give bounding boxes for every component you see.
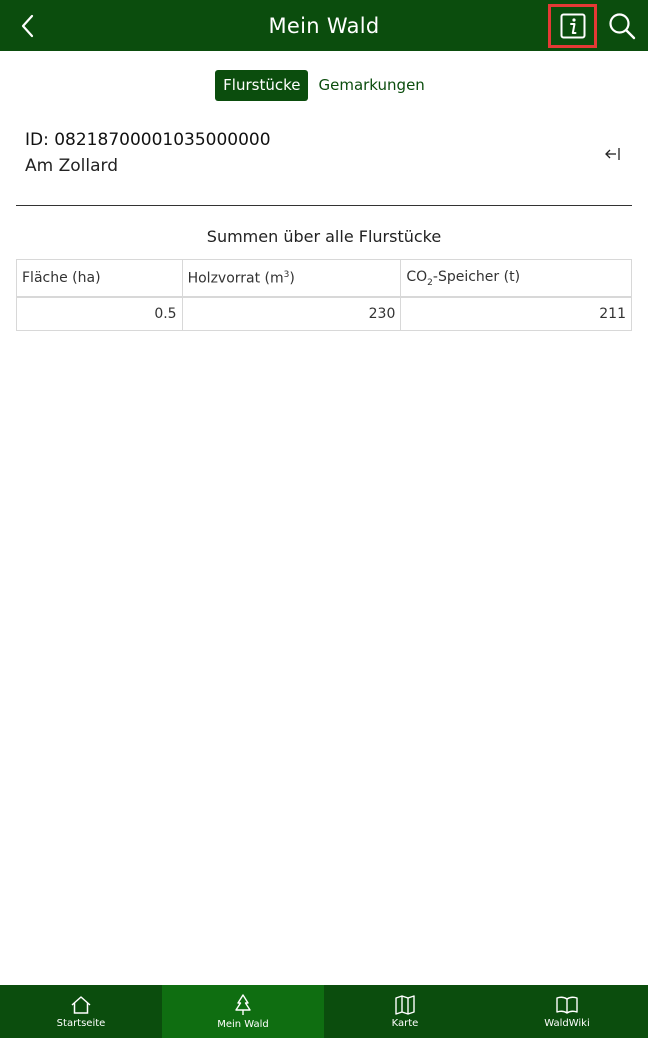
nav-startseite[interactable]: Startseite xyxy=(0,985,162,1038)
nav-label: WaldWiki xyxy=(544,1017,590,1029)
value-area: 0.5 xyxy=(16,296,183,331)
tab-flurstuecke[interactable]: Flurstücke xyxy=(215,70,309,101)
page-title: Mein Wald xyxy=(268,13,380,38)
info-button[interactable] xyxy=(548,4,597,48)
chevron-left-icon xyxy=(21,14,34,37)
remove-parcel-button[interactable] xyxy=(604,144,622,164)
nav-label: Mein Wald xyxy=(217,1018,269,1030)
nav-label: Karte xyxy=(391,1017,419,1029)
value-co2-storage: 211 xyxy=(400,296,632,331)
nav-karte[interactable]: Karte xyxy=(324,985,486,1038)
parcel-list-item[interactable]: ID: 08218700001035000000 Am Zollard xyxy=(16,124,632,206)
tree-icon xyxy=(235,993,251,1015)
summary-header-row: Fläche (ha) Holzvorrat (m3) CO2-Speicher… xyxy=(16,259,632,298)
app-root: Mein Wald Flurstücke Gemarkungen ID: 082… xyxy=(0,0,648,1038)
search-icon xyxy=(609,12,636,39)
header-wood-stock: Holzvorrat (m3) xyxy=(181,259,402,298)
remove-arrow-icon xyxy=(605,148,620,160)
value-wood-stock: 230 xyxy=(181,296,402,331)
bottom-nav: Startseite Mein Wald Karte WaldWiki xyxy=(0,985,648,1038)
map-icon xyxy=(395,994,415,1015)
nav-mein-wald[interactable]: Mein Wald xyxy=(162,985,324,1038)
tab-gemarkungen[interactable]: Gemarkungen xyxy=(310,70,432,101)
header-area: Fläche (ha) xyxy=(16,259,183,298)
segment-tabs: Flurstücke Gemarkungen xyxy=(0,70,648,101)
home-icon xyxy=(71,995,91,1014)
summary-value-row: 0.5 230 211 xyxy=(16,296,632,331)
book-icon xyxy=(556,996,578,1014)
search-button[interactable] xyxy=(602,0,642,51)
nav-waldwiki[interactable]: WaldWiki xyxy=(486,985,648,1038)
info-icon xyxy=(560,13,585,39)
back-button[interactable] xyxy=(10,0,44,51)
header-co2-storage: CO2-Speicher (t) xyxy=(400,259,632,298)
app-header: Mein Wald xyxy=(0,0,648,51)
nav-label: Startseite xyxy=(56,1017,106,1029)
parcel-name: Am Zollard xyxy=(25,156,118,176)
summary-title: Summen über alle Flurstücke xyxy=(206,227,442,246)
summary-table: Fläche (ha) Holzvorrat (m3) CO2-Speicher… xyxy=(16,259,632,331)
parcel-id: ID: 08218700001035000000 xyxy=(25,130,271,150)
